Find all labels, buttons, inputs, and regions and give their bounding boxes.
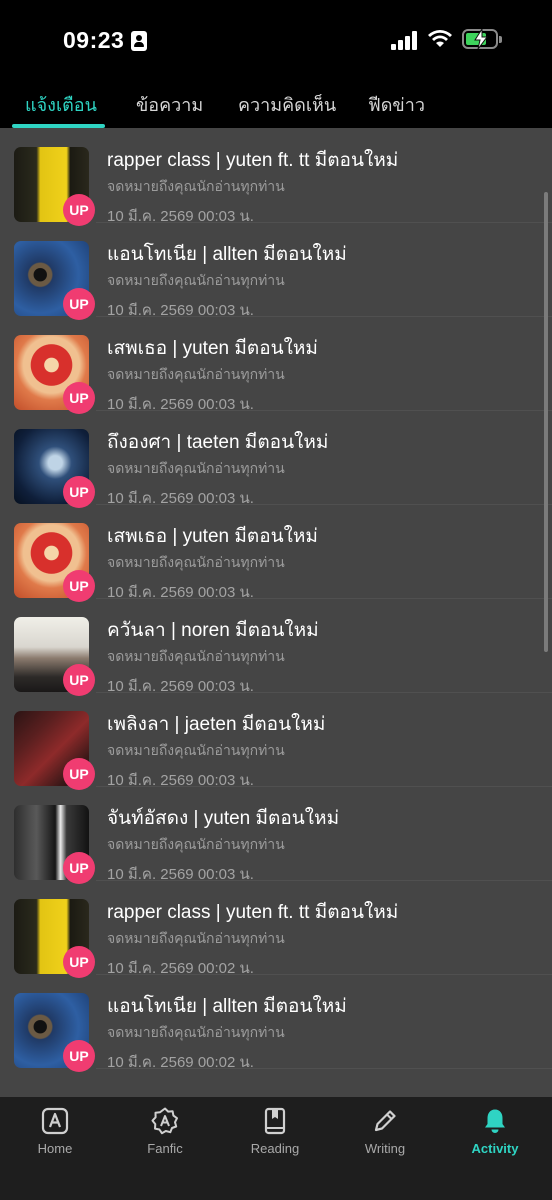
tab-comments[interactable]: ความคิดเห็น: [238, 90, 336, 119]
list-item[interactable]: UP rapper class | yuten ft. tt มีตอนใหม่…: [0, 128, 552, 226]
item-subtitle: จดหมายถึงคุณนักอ่านทุกท่าน: [107, 1024, 285, 1040]
list-item[interactable]: UP เพลิงลา | jaeten มีตอนใหม่ จดหมายถึงค…: [0, 692, 552, 790]
nav-home[interactable]: Home: [0, 1097, 110, 1177]
list-item[interactable]: UP แอนโทเนีย | allten มีตอนใหม่ จดหมายถึ…: [0, 974, 552, 1072]
list-item[interactable]: UP ควันลา | noren มีตอนใหม่ จดหมายถึงคุณ…: [0, 598, 552, 696]
notification-list[interactable]: UP rapper class | yuten ft. tt มีตอนใหม่…: [0, 128, 552, 1098]
notification-tabs: แจ้งเตือน ข้อความ ความคิดเห็น ฟีดข่าว: [0, 80, 552, 128]
home-icon: [41, 1107, 69, 1135]
nav-reading[interactable]: Reading: [220, 1097, 330, 1177]
list-item[interactable]: UP เสพเธอ | yuten มีตอนใหม่ จดหมายถึงคุณ…: [0, 504, 552, 602]
item-subtitle: จดหมายถึงคุณนักอ่านทุกท่าน: [107, 366, 285, 382]
item-subtitle: จดหมายถึงคุณนักอ่านทุกท่าน: [107, 178, 285, 194]
item-title: เสพเธอ | yuten มีตอนใหม่: [107, 338, 318, 359]
status-time: 09:23: [63, 27, 125, 53]
bell-icon: [485, 1109, 505, 1133]
item-title: จันท์อัสดง | yuten มีตอนใหม่: [107, 808, 340, 829]
item-subtitle: จดหมายถึงคุณนักอ่านทุกท่าน: [107, 742, 285, 758]
list-item[interactable]: UP จันท์อัสดง | yuten มีตอนใหม่ จดหมายถึ…: [0, 786, 552, 884]
cellular-signal-icon: [391, 30, 418, 50]
item-subtitle: จดหมายถึงคุณนักอ่านทุกท่าน: [107, 648, 285, 664]
item-subtitle: จดหมายถึงคุณนักอ่านทุกท่าน: [107, 554, 285, 570]
nav-home-label: Home: [37, 1141, 73, 1156]
nav-writing-label: Writing: [364, 1141, 406, 1156]
item-date: 10 มี.ค. 2569 00:02 น.: [107, 1054, 254, 1071]
item-title: ควันลา | noren มีตอนใหม่: [107, 620, 319, 641]
tab-notifications[interactable]: แจ้งเตือน: [25, 90, 97, 119]
list-item[interactable]: UP rapper class | yuten ft. tt มีตอนใหม่…: [0, 880, 552, 978]
bottom-navigation: Home Fanfic Reading Writing Activity: [0, 1097, 552, 1200]
item-subtitle: จดหมายถึงคุณนักอ่านทุกท่าน: [107, 460, 285, 476]
item-subtitle: จดหมายถึงคุณนักอ่านทุกท่าน: [107, 930, 285, 946]
battery-charging-icon: [462, 29, 502, 49]
item-title: rapper class | yuten ft. tt มีตอนใหม่: [107, 902, 399, 923]
item-title: เสพเธอ | yuten มีตอนใหม่: [107, 526, 318, 547]
nav-activity[interactable]: Activity: [440, 1097, 550, 1177]
item-title: เพลิงลา | jaeten มีตอนใหม่: [107, 714, 326, 735]
tab-messages[interactable]: ข้อความ: [136, 90, 203, 119]
nav-fanfic-label: Fanfic: [147, 1141, 183, 1156]
item-title: แอนโทเนีย | allten มีตอนใหม่: [107, 244, 347, 265]
item-title: rapper class | yuten ft. tt มีตอนใหม่: [107, 150, 399, 171]
status-bar: 09:23: [0, 0, 552, 80]
item-subtitle: จดหมายถึงคุณนักอ่านทุกท่าน: [107, 836, 285, 852]
divider: [96, 1068, 552, 1069]
wifi-icon: [428, 30, 452, 47]
list-item[interactable]: UP เสพเธอ | yuten มีตอนใหม่ จดหมายถึงคุณ…: [0, 316, 552, 414]
nav-fanfic[interactable]: Fanfic: [110, 1097, 220, 1177]
item-title: ถึงองศา | taeten มีตอนใหม่: [107, 432, 329, 453]
item-title: แอนโทเนีย | allten มีตอนใหม่: [107, 996, 347, 1017]
nav-reading-label: Reading: [250, 1141, 300, 1156]
up-badge: UP: [63, 1040, 95, 1072]
list-item[interactable]: UP ถึงองศา | taeten มีตอนใหม่ จดหมายถึงค…: [0, 410, 552, 508]
nav-activity-label: Activity: [471, 1141, 519, 1156]
tab-news-feed[interactable]: ฟีดข่าว: [368, 90, 425, 119]
scrollbar[interactable]: [544, 192, 548, 652]
list-item[interactable]: UP แอนโทเนีย | allten มีตอนใหม่ จดหมายถึ…: [0, 222, 552, 320]
item-subtitle: จดหมายถึงคุณนักอ่านทุกท่าน: [107, 272, 285, 288]
book-icon: [264, 1107, 286, 1135]
fanfic-icon: [151, 1107, 178, 1135]
contact-card-icon: [131, 31, 147, 51]
pencil-icon: [374, 1110, 396, 1132]
nav-writing[interactable]: Writing: [330, 1097, 440, 1177]
